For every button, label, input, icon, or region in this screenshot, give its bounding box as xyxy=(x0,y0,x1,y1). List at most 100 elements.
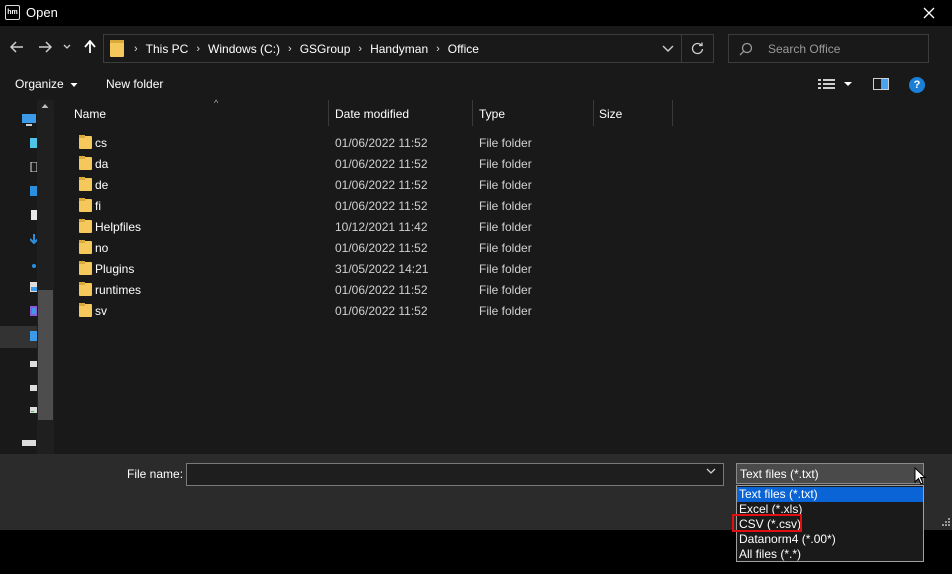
refresh-button[interactable] xyxy=(681,35,713,62)
preview-pane-icon xyxy=(873,78,889,90)
chevron-right-icon: › xyxy=(196,42,201,55)
back-button[interactable] xyxy=(8,38,26,56)
file-type-option-datanorm[interactable]: Datanorm4 (*.00*) xyxy=(737,532,923,547)
file-type: File folder xyxy=(479,220,532,234)
window-title: Open xyxy=(26,5,58,20)
column-header-type[interactable]: Type xyxy=(479,100,593,126)
search-box[interactable]: Search Office xyxy=(728,34,929,63)
title-bar: hm Open xyxy=(0,0,952,26)
file-date: 01/06/2022 11:52 xyxy=(335,157,428,171)
sort-ascending-icon: ^ xyxy=(214,98,219,108)
breadcrumb-handyman[interactable]: Handyman xyxy=(364,42,434,56)
column-header-size[interactable]: Size xyxy=(599,100,672,126)
folder-icon xyxy=(110,40,124,57)
column-divider[interactable] xyxy=(593,100,594,126)
close-button[interactable] xyxy=(906,0,952,26)
file-type-option-txt[interactable]: Text files (*.txt) xyxy=(737,487,923,502)
new-folder-button[interactable]: New folder xyxy=(106,77,163,91)
table-row[interactable]: Plugins 31/05/2022 14:21 File folder xyxy=(55,258,952,279)
table-row[interactable]: da 01/06/2022 11:52 File folder xyxy=(55,153,952,174)
organize-button[interactable]: Organize xyxy=(15,77,78,91)
file-name: da xyxy=(95,157,109,171)
column-divider[interactable] xyxy=(672,100,673,126)
breadcrumb-this-pc[interactable]: This PC xyxy=(140,42,195,56)
close-icon xyxy=(923,7,935,19)
app-icon: hm xyxy=(5,5,20,20)
computer-icon[interactable] xyxy=(22,114,36,126)
table-row[interactable]: no 01/06/2022 11:52 File folder xyxy=(55,237,952,258)
file-name: de xyxy=(95,178,109,192)
column-divider[interactable] xyxy=(328,100,329,126)
network-drive-icon[interactable] xyxy=(22,438,36,448)
file-name: runtimes xyxy=(95,283,142,297)
folder-icon xyxy=(79,261,92,275)
chevron-right-icon: › xyxy=(436,42,440,55)
file-type: File folder xyxy=(479,283,532,297)
folder-icon xyxy=(79,198,92,212)
chevron-right-icon: › xyxy=(288,42,292,55)
resize-grip-icon[interactable] xyxy=(940,518,950,528)
scrollbar-thumb[interactable] xyxy=(38,290,53,420)
folder-icon xyxy=(79,282,92,296)
arrow-right-icon xyxy=(39,41,52,53)
chevron-down-icon[interactable] xyxy=(706,468,716,475)
column-divider[interactable] xyxy=(472,100,473,126)
preview-pane-button[interactable] xyxy=(873,78,889,93)
table-row[interactable]: Helpfiles 10/12/2021 11:42 File folder xyxy=(55,216,952,237)
refresh-icon xyxy=(691,42,704,55)
file-type: File folder xyxy=(479,241,532,255)
arrow-up-icon xyxy=(84,40,96,53)
file-date: 01/06/2022 11:52 xyxy=(335,304,428,318)
open-dialog: hm Open › This PC › Windows (C:) › GSGro… xyxy=(0,0,952,530)
file-name: Plugins xyxy=(95,262,135,276)
file-type: File folder xyxy=(479,304,532,318)
navigation-pane xyxy=(0,100,54,454)
table-row[interactable]: runtimes 01/06/2022 11:52 File folder xyxy=(55,279,952,300)
search-icon xyxy=(739,42,753,56)
organize-label: Organize xyxy=(15,77,64,91)
file-name: sv xyxy=(95,304,107,318)
table-row[interactable]: fi 01/06/2022 11:52 File folder xyxy=(55,195,952,216)
file-type: File folder xyxy=(479,136,532,150)
address-bar[interactable]: › This PC › Windows (C:) › GSGroup › Han… xyxy=(103,34,714,63)
chevron-down-icon[interactable] xyxy=(661,43,675,55)
command-bar: Organize New folder ? xyxy=(0,70,952,100)
table-row[interactable]: cs 01/06/2022 11:52 File folder xyxy=(55,132,952,153)
file-date: 01/06/2022 11:52 xyxy=(335,199,428,213)
column-header-name[interactable]: Name ^ xyxy=(74,98,328,126)
file-date: 10/12/2021 11:42 xyxy=(335,220,428,234)
file-type-option-all[interactable]: All files (*.*) xyxy=(737,547,923,562)
help-button[interactable]: ? xyxy=(909,77,925,93)
chevron-down-icon xyxy=(63,44,71,49)
file-name: no xyxy=(95,241,109,255)
folder-icon xyxy=(79,177,92,191)
folder-icon xyxy=(79,135,92,149)
change-view-button[interactable] xyxy=(818,78,854,93)
file-name-input[interactable] xyxy=(186,463,724,486)
file-name: Helpfiles xyxy=(95,220,142,234)
column-header-date[interactable]: Date modified xyxy=(335,100,472,126)
file-type-select[interactable]: Text files (*.txt) xyxy=(736,463,924,484)
table-row[interactable]: de 01/06/2022 11:52 File folder xyxy=(55,174,952,195)
forward-button[interactable] xyxy=(36,38,54,56)
breadcrumb-office[interactable]: Office xyxy=(442,42,485,56)
folder-icon xyxy=(79,156,92,170)
breadcrumb-gsgroup[interactable]: GSGroup xyxy=(294,42,357,56)
breadcrumb-windows-c[interactable]: Windows (C:) xyxy=(202,42,286,56)
recent-locations-button[interactable] xyxy=(60,38,74,56)
chevron-down-icon xyxy=(70,83,78,87)
column-name-label: Name xyxy=(74,107,107,121)
chevron-right-icon: › xyxy=(358,42,363,55)
file-type: File folder xyxy=(479,178,532,192)
file-list: Name ^ Date modified Type Size cs 01/06/2… xyxy=(55,98,952,454)
folder-icon xyxy=(79,240,92,254)
file-type: File folder xyxy=(479,157,532,171)
file-name-label: File name: xyxy=(127,467,184,481)
chevron-up-icon xyxy=(41,104,49,108)
csv-highlight-box xyxy=(732,514,802,532)
table-row[interactable]: sv 01/06/2022 11:52 File folder xyxy=(55,300,952,321)
up-button[interactable] xyxy=(81,38,99,56)
mouse-cursor-icon xyxy=(914,467,926,485)
file-type-selected: Text files (*.txt) xyxy=(740,467,819,481)
view-list-icon xyxy=(818,79,852,89)
